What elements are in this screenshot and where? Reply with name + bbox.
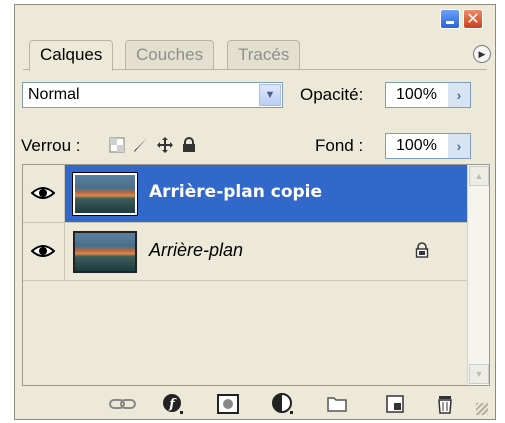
layers-panel: ✕ Calques Couches Tracés ▶ Normal ▼ Opac… (14, 4, 496, 420)
opacity-field[interactable]: 100% › (385, 82, 471, 108)
panel-tabs: Calques Couches Tracés ▶ (23, 40, 493, 71)
trash-icon[interactable] (434, 393, 456, 415)
eye-icon (31, 187, 55, 199)
layer-lock-icon (415, 242, 429, 258)
mask-icon[interactable] (217, 393, 239, 415)
lock-label: Verrou : (21, 136, 81, 155)
fill-slider-arrow-icon[interactable]: › (448, 134, 470, 158)
tab-calques[interactable]: Calques (29, 40, 114, 71)
layer-row[interactable]: Arrière-plan copie (23, 165, 468, 223)
link-icon[interactable] (108, 393, 138, 415)
resize-grip-icon[interactable] (476, 403, 488, 415)
layers-list: Arrière-plan copie Arrière-plan ▲ ▼ (22, 164, 490, 386)
padlock-icon[interactable] (181, 137, 197, 153)
layer-thumbnail (73, 231, 137, 273)
fill-label: Fond : (315, 136, 364, 155)
opacity-slider-arrow-icon[interactable]: › (448, 83, 470, 107)
blend-mode-select[interactable]: Normal ▼ (22, 82, 283, 108)
layer-name[interactable]: Arrière-plan (149, 240, 243, 261)
close-button[interactable]: ✕ (463, 9, 483, 29)
adjustment-icon[interactable] (272, 393, 294, 415)
opacity-value: 100% (396, 86, 437, 103)
new-layer-icon[interactable] (384, 393, 406, 415)
panel-menu-button[interactable]: ▶ (473, 45, 491, 63)
layer-style-icon[interactable]: f (162, 393, 184, 415)
transparency-lock-icon[interactable] (109, 137, 125, 153)
scroll-up-icon[interactable]: ▲ (469, 166, 489, 186)
fill-value: 100% (396, 137, 437, 154)
scroll-down-icon[interactable]: ▼ (469, 364, 489, 384)
tab-couches[interactable]: Couches (125, 40, 215, 69)
brush-lock-icon[interactable] (133, 137, 149, 153)
minimize-button[interactable] (440, 9, 460, 29)
move-lock-icon[interactable] (157, 137, 173, 153)
eye-icon (31, 245, 55, 257)
layer-thumbnail (72, 172, 138, 216)
visibility-toggle[interactable] (23, 165, 65, 222)
layers-scrollbar[interactable]: ▲ ▼ (467, 165, 489, 385)
layers-toolbar: f (22, 391, 490, 417)
fill-field[interactable]: 100% › (385, 133, 471, 159)
group-folder-icon[interactable] (326, 393, 348, 415)
opacity-label: Opacité: (300, 85, 364, 104)
minimize-icon (446, 21, 454, 24)
tab-traces[interactable]: Tracés (227, 40, 301, 69)
layer-row[interactable]: Arrière-plan (23, 223, 468, 281)
blend-mode-value: Normal (28, 86, 80, 103)
chevron-down-icon[interactable]: ▼ (259, 84, 281, 106)
panel-menu-icon: ▶ (478, 49, 486, 59)
layer-name[interactable]: Arrière-plan copie (149, 182, 322, 202)
visibility-toggle[interactable] (23, 223, 65, 280)
close-icon: ✕ (466, 9, 480, 28)
